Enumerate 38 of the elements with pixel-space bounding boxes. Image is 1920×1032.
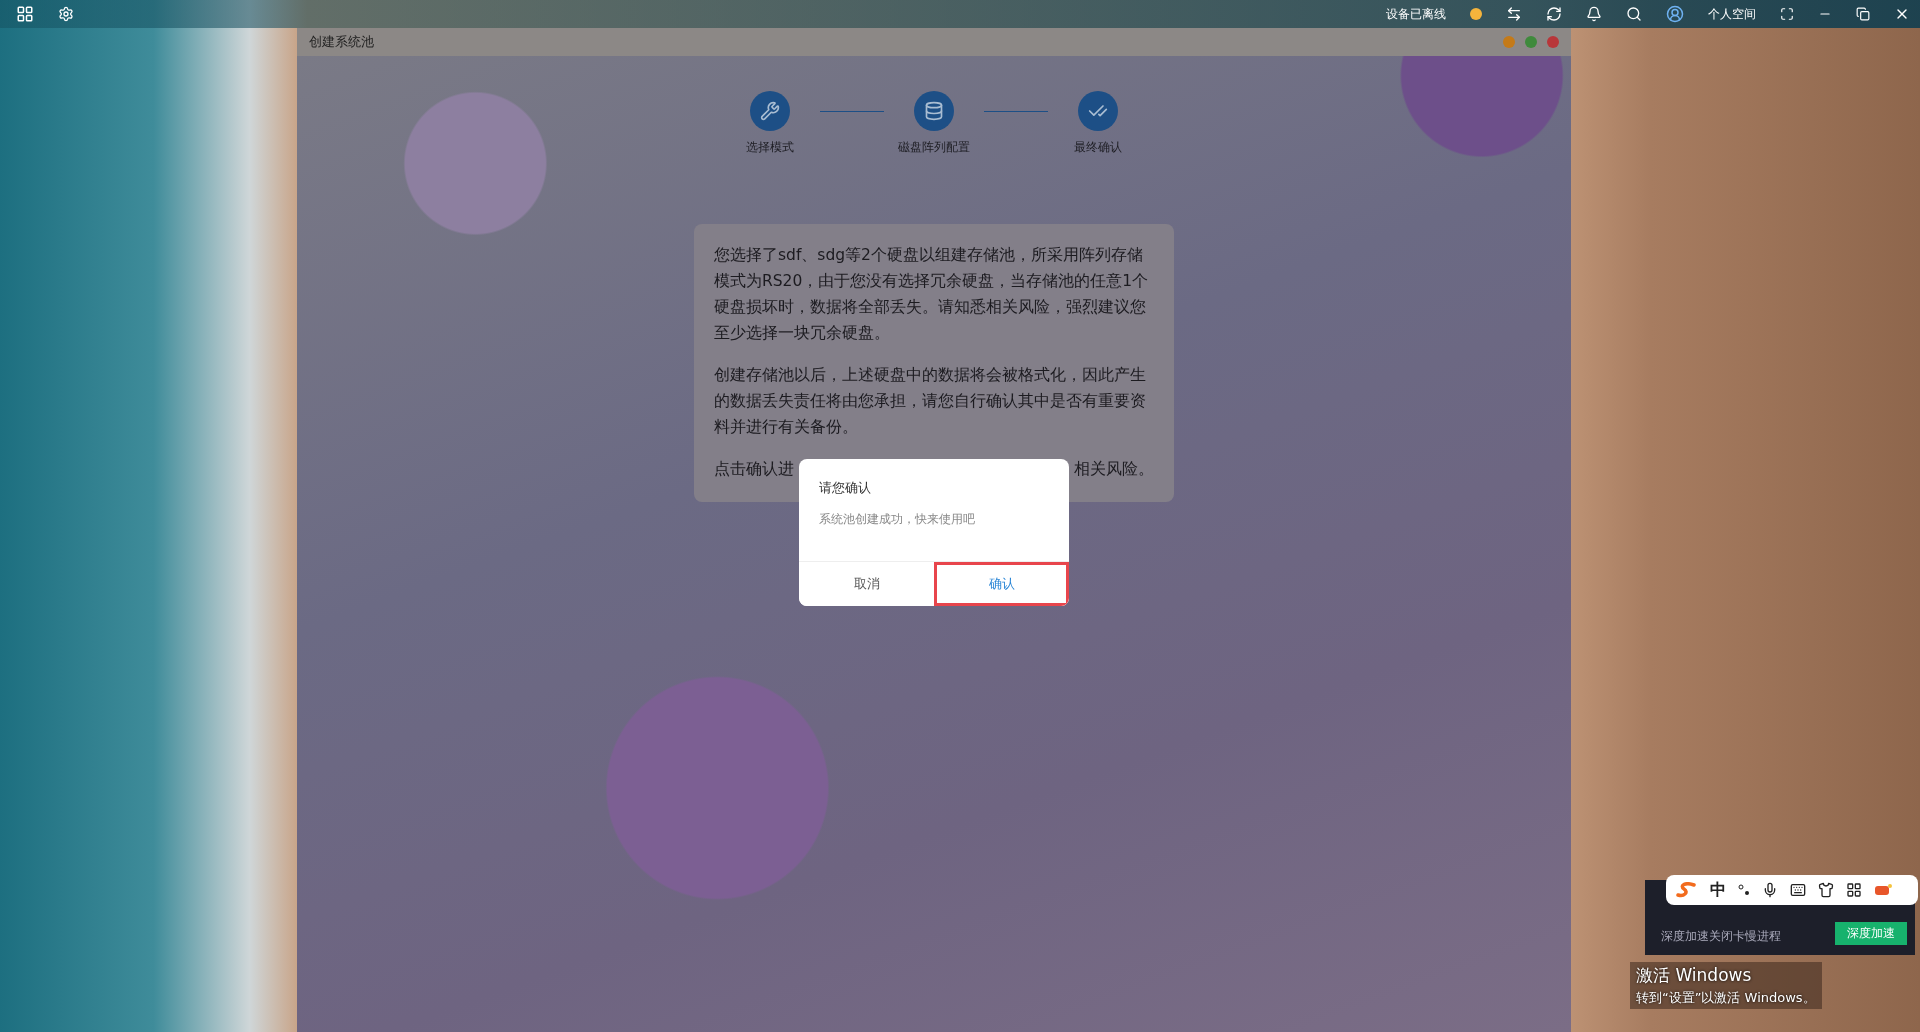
ime-mode-toggle[interactable]: 中 — [1710, 879, 1726, 901]
user-avatar-icon[interactable] — [1666, 5, 1684, 23]
step-label: 磁盘阵列配置 — [898, 139, 970, 156]
warning-paragraph: 您选择了sdf、sdg等2个硬盘以组建存储池，所采用阵列存储模式为RS20，由于您没有选择冗余硬盘，当存储池的任意1个硬盘损坏时，数据将全部丢失。请知悉相关风险，强烈建议您至少选择一块冗余硬盘。 — [714, 245, 1150, 344]
window-dot-icon[interactable] — [1525, 36, 1537, 48]
notification-message: 深度加速关闭卡慢进程 — [1661, 928, 1781, 945]
restore-icon[interactable] — [1856, 7, 1870, 21]
warning-paragraph: 相关风险。 — [1074, 459, 1154, 480]
dialog-message: 系统池创建成功，快来使用吧 — [819, 511, 976, 528]
ime-logo-icon[interactable] — [1676, 882, 1698, 898]
step-label: 最终确认 — [1074, 139, 1122, 156]
fullscreen-icon[interactable] — [1780, 7, 1794, 21]
microphone-icon[interactable] — [1762, 882, 1778, 898]
start-icon[interactable] — [16, 5, 34, 23]
tools-icon — [760, 101, 780, 121]
database-icon — [924, 101, 944, 121]
window-dot-icon[interactable] — [1503, 36, 1515, 48]
activation-title: 激活 Windows — [1636, 964, 1753, 987]
sync-icon[interactable] — [1546, 6, 1562, 22]
keyboard-icon[interactable] — [1790, 882, 1806, 898]
device-status: 设备已离线 — [1386, 5, 1446, 23]
grid-icon[interactable] — [1846, 882, 1862, 898]
warning-paragraph: 点击确认进 — [714, 459, 794, 480]
warning-paragraph: 创建存储池以后，上述硬盘中的数据将会被格式化，因此产生的数据丢失责任将由您承担，请您自行确认其中是否有重要资料并进行有关备份。 — [714, 365, 1147, 438]
activation-subtitle: 转到“设置”以激活 Windows。 — [1636, 989, 1816, 1007]
search-icon[interactable] — [1626, 6, 1642, 22]
user-space-link[interactable]: 个人空间 — [1708, 5, 1756, 23]
dialog-title: 请您确认 — [819, 479, 872, 497]
window-dot-icon[interactable] — [1547, 36, 1559, 48]
window-title: 创建系统池 — [309, 33, 374, 51]
transfer-icon[interactable] — [1506, 6, 1522, 22]
dialog-button[interactable]: 确认 — [934, 562, 1069, 606]
gear-icon[interactable] — [58, 6, 74, 22]
shirt-icon[interactable] — [1818, 882, 1834, 898]
punctuation-icon[interactable] — [1738, 883, 1750, 897]
step-label: 选择模式 — [746, 139, 794, 156]
status-dot-icon — [1470, 8, 1482, 20]
bell-icon[interactable] — [1586, 6, 1602, 22]
